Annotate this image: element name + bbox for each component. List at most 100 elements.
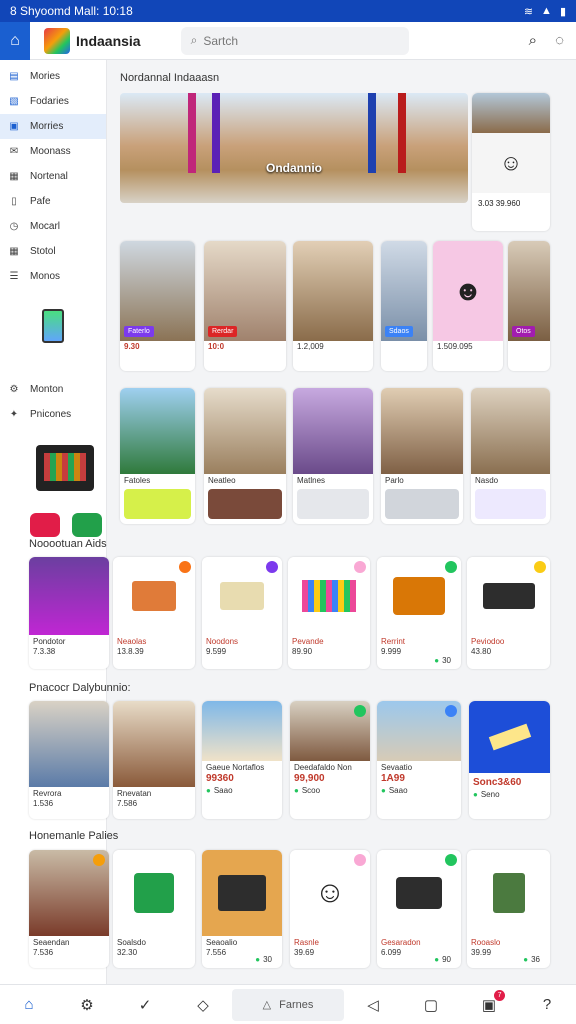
row1-tile-1[interactable]: Rerdar 10:0 (204, 241, 286, 371)
row3-tile-2[interactable]: Noodons 9.599 (202, 557, 282, 669)
tile-tag: Otos (512, 326, 535, 337)
row3-tile-3[interactable]: Pevande 89.90 (288, 557, 370, 669)
status-bar: 8 Shyoomd Mall: 10:18 ≋ ▲ ▮ (0, 0, 576, 22)
row5-tile-4[interactable]: Gesaradon 6.099 90 (377, 850, 461, 968)
row1-tile-3[interactable]: Sdaos (381, 241, 427, 371)
row4-tile-4[interactable]: Sevaatio 1A99 Saao (377, 701, 461, 819)
nav-send[interactable]: ◁ (344, 996, 402, 1014)
sidebar-item-8[interactable]: ☰ Monos (0, 264, 106, 289)
nav-games[interactable]: △ Farnes (232, 988, 344, 1021)
settings-icon: ⚙ (9, 384, 19, 395)
badge-icon (266, 561, 278, 573)
sidebar-item-4[interactable]: ▦ Nortenal (0, 164, 106, 189)
side-card-price: 3.03 39.960 (478, 199, 521, 208)
badge-icon (534, 561, 546, 573)
row1-tile-2[interactable]: 1.2,009 (293, 241, 373, 371)
tent-image (475, 489, 546, 519)
kids-figure-icon: ☺ (472, 133, 550, 193)
promo-item-red[interactable] (30, 513, 60, 537)
sidebar-item-1[interactable]: ▧ Fodaries (0, 89, 106, 114)
list-icon: ☰ (9, 271, 19, 282)
check-icon: ✓ (138, 996, 152, 1014)
row4-tile-2[interactable]: Gaeue Nortaflos 99360 Saao (202, 701, 282, 819)
side-card-image (472, 93, 550, 133)
main-content: Nordannal Indaaasn Ondannio ☺ 3.03 39.96… (29, 60, 576, 984)
tile-label: Gaeue Nortaflos (206, 763, 265, 772)
row2-tile-1[interactable]: Neatleo (204, 388, 286, 524)
row5-tile-3[interactable]: ☺ Rasnle 39.69 (290, 850, 370, 968)
store-thumb-image (208, 489, 282, 519)
row5-tile-1[interactable]: Soalsdo 32.30 (113, 850, 195, 968)
sidebar-item-6[interactable]: ◷ Mocarl (0, 214, 106, 239)
promo-item-green[interactable] (72, 513, 102, 537)
tile-price: 99,900 (294, 773, 325, 784)
book-set-icon (302, 580, 356, 612)
row4-tile-0[interactable]: Revrora 1.536 (29, 701, 109, 819)
row4-tile-5[interactable]: Sonc3&60 Seno (469, 701, 550, 819)
search-button-icon[interactable]: ⌕ (529, 32, 537, 49)
nav-check[interactable]: ✓ (116, 996, 174, 1014)
tile-price: 7.586 (117, 799, 138, 808)
tile-extra: 90 (430, 954, 455, 965)
row2-tile-2[interactable]: Matlnes (293, 388, 373, 524)
tile-price: 1.536 (33, 799, 54, 808)
nav-notifications[interactable]: ▣ (460, 989, 518, 1014)
row5-tile-5[interactable]: Rooaslo 39.99 36 (467, 850, 550, 968)
sidebar-item-0[interactable]: ▤ Mories (0, 64, 106, 89)
tile-price: 43.80 (471, 647, 492, 656)
nav-help[interactable]: ? (518, 996, 576, 1013)
promo-gadget-image[interactable] (36, 445, 94, 491)
row3-tile-0[interactable]: Pondotor 7.3.38 (29, 557, 109, 669)
search-placeholder: Sartch (203, 33, 239, 48)
section-title-1: Nordannal Indaaasn (120, 72, 220, 84)
sidebar-item-5[interactable]: ▯ Pafe (0, 189, 106, 214)
tile-price: 9.30 (124, 342, 140, 351)
nav-diamond[interactable]: ◇ (174, 996, 232, 1014)
nav-settings[interactable]: ⚙ (58, 996, 116, 1014)
tile-tag: Faterlo (124, 326, 154, 337)
row1-tile-4[interactable]: ☻ 1.509.095 (433, 241, 503, 371)
status-text: 8 Shyoomd Mall: 10:18 (10, 4, 133, 18)
device-case-icon (218, 875, 266, 911)
tile-label: Neaolas (117, 637, 147, 646)
nav-home[interactable]: ⌂ (0, 996, 58, 1013)
row4-tile-1[interactable]: Rnevatan 7.586 (113, 701, 195, 819)
home-button[interactable]: ⌂ (0, 21, 30, 60)
row2-tile-0[interactable]: Fatoles (120, 388, 195, 524)
app-box-icon (134, 873, 174, 913)
tile-extra: 30 (430, 655, 455, 666)
row5-tile-0[interactable]: Seaendan 7.536 (29, 850, 109, 968)
row4-tile-3[interactable]: Deedafaldo Non 99,900 Scoo (290, 701, 370, 819)
tile-label: Fatoles (124, 476, 151, 485)
row1-tile-5[interactable]: Otos (508, 241, 550, 371)
search-input[interactable]: ⌕ Sartch (180, 26, 409, 55)
row5-tile-2[interactable]: Seaoalio 7.556 30 (202, 850, 282, 968)
sidebar-item-gift[interactable]: ✦ Pnicones (0, 402, 106, 427)
row3-tile-5[interactable]: Peviodoo 43.80 (467, 557, 550, 669)
sidebar-item-settings[interactable]: ⚙ Monton (0, 377, 106, 402)
phone-thumbnail[interactable] (42, 309, 64, 343)
badge-icon (354, 561, 366, 573)
row3-tile-1[interactable]: Neaolas 13.8.39 (113, 557, 195, 669)
nav-square[interactable]: ▢ (402, 996, 460, 1014)
sidebar-item-3[interactable]: ✉ Moonass (0, 139, 106, 164)
sidebar-item-7[interactable]: ▦ Stotol (0, 239, 106, 264)
row2-tile-4[interactable]: Nasdo (471, 388, 550, 524)
tile-label: Rnevatan (117, 789, 152, 798)
section-title-3: Pnacocr Dalybunnio: (29, 682, 131, 694)
row1-tile-0[interactable]: Faterlo 9.30 (120, 241, 195, 371)
row2-tile-3[interactable]: Parlo (381, 388, 463, 524)
bottom-nav: ⌂ ⚙ ✓ ◇ △ Farnes ◁ ▢ ▣ ? (0, 984, 576, 1024)
hero-banner[interactable]: Ondannio (120, 93, 468, 203)
row3-tile-4[interactable]: Rerrint 9.999 30 (377, 557, 461, 669)
featured-side-card[interactable]: ☺ 3.03 39.960 (472, 93, 550, 231)
sidebar-item-2[interactable]: ▣ Morries (0, 114, 106, 139)
tile-price: 39.69 (294, 948, 315, 957)
toy-cart-icon (393, 577, 445, 615)
help-icon: ? (542, 996, 552, 1013)
diamond-icon: ◇ (197, 996, 209, 1014)
tile-label: Deedafaldo Non (294, 763, 352, 772)
tile-label: Gesaradon (381, 938, 421, 947)
tile-price: 32.30 (117, 948, 138, 957)
options-icon[interactable]: ◌ (555, 32, 564, 49)
